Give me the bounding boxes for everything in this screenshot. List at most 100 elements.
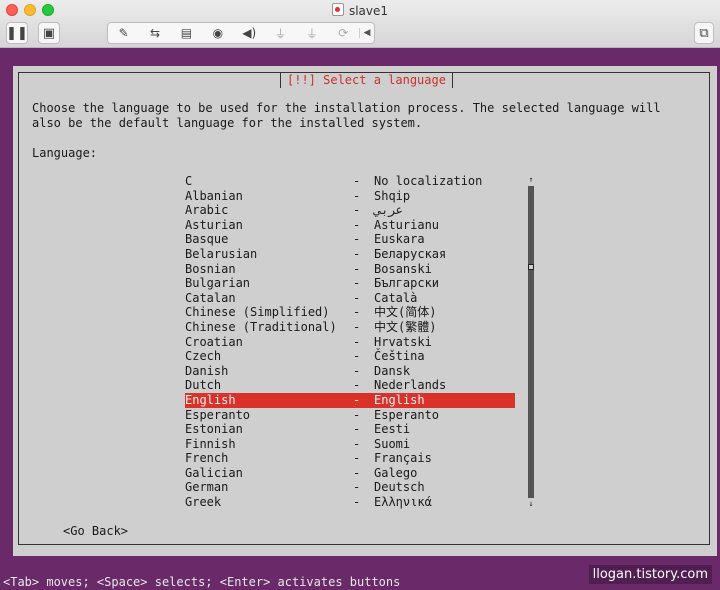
language-native-name: Suomi xyxy=(374,436,411,451)
language-name: Bulgarian xyxy=(185,276,251,291)
chevron-left-icon[interactable]: ◀ xyxy=(359,28,374,38)
separator-dash: - xyxy=(353,349,361,364)
language-native-name: Bosanski xyxy=(374,261,432,276)
language-native-name: Nederlands xyxy=(374,378,447,393)
language-name: Galician xyxy=(185,465,243,480)
scroll-up-arrow-icon[interactable]: ↑ xyxy=(527,176,535,184)
optical-disc-icon[interactable]: ◉ xyxy=(202,26,233,40)
separator-dash: - xyxy=(353,290,361,305)
language-name: French xyxy=(185,451,229,466)
dialog-frame: [!!] Select a language Choose the langua… xyxy=(18,72,710,545)
sync-icon[interactable]: ⟳ xyxy=(328,26,359,40)
window-titlebar: slave1 ❚❚ ▣ ✎ ⇆ ▤ ◉ ◀) ⏚ ⏚ ⟳ ◀ ⧉ xyxy=(0,0,720,48)
language-native-name: English xyxy=(374,392,425,407)
fullscreen-button[interactable]: ⧉ xyxy=(694,22,714,44)
language-option-czech[interactable]: Czech - Čeština xyxy=(185,349,515,364)
language-scrollbar[interactable]: ↑ ↓ xyxy=(527,176,535,508)
vm-icon xyxy=(331,3,344,16)
separator-dash: - xyxy=(353,407,361,422)
separator-dash: - xyxy=(353,495,361,510)
language-option-esperanto[interactable]: Esperanto - Esperanto xyxy=(185,408,515,423)
language-option-catalan[interactable]: Catalan - Català xyxy=(185,291,515,306)
separator-dash: - xyxy=(353,363,361,378)
language-native-name: Беларуская xyxy=(374,246,447,261)
separator-dash: - xyxy=(353,422,361,437)
language-name: Dutch xyxy=(185,378,222,393)
language-option-bosnian[interactable]: Bosnian - Bosanski xyxy=(185,262,515,277)
language-option-english[interactable]: English - English xyxy=(185,392,515,408)
separator-dash: - xyxy=(353,246,361,261)
language-native-name: Français xyxy=(374,451,432,466)
language-list[interactable]: C - No localization Albanian - Shqip Arabic - عر… xyxy=(185,174,515,510)
separator-dash: - xyxy=(353,334,361,349)
installer-dialog: [!!] Select a language Choose the langua… xyxy=(13,66,717,556)
language-name: Croatian xyxy=(185,334,243,349)
language-option-german[interactable]: German - Deutsch xyxy=(185,480,515,495)
usb-icon[interactable]: ⏚ xyxy=(265,25,296,42)
scrollbar-track[interactable] xyxy=(528,186,534,498)
scrollbar-thumb[interactable] xyxy=(528,264,534,270)
sound-icon[interactable]: ◀) xyxy=(234,26,265,40)
fullscreen-icon: ⧉ xyxy=(699,25,709,41)
settings-wrench-icon[interactable]: ✎ xyxy=(108,26,139,40)
language-option-danish[interactable]: Danish - Dansk xyxy=(185,364,515,379)
language-native-name: Dansk xyxy=(374,363,411,378)
language-option-dutch[interactable]: Dutch - Nederlands xyxy=(185,378,515,393)
language-option-galician[interactable]: Galician - Galego xyxy=(185,466,515,481)
snapshot-button[interactable]: ▣ xyxy=(38,22,60,44)
language-name: Esperanto xyxy=(185,407,251,422)
separator-dash: - xyxy=(353,174,361,188)
dialog-description: Choose the language to be used for the i… xyxy=(32,101,661,130)
language-option-chinese-traditional[interactable]: Chinese (Traditional) - 中文(繁體) xyxy=(185,320,515,335)
language-option-belarusian[interactable]: Belarusian - Беларуская xyxy=(185,247,515,262)
separator-dash: - xyxy=(353,392,361,407)
language-name: Asturian xyxy=(185,217,243,232)
language-name: Finnish xyxy=(185,436,236,451)
language-name: Czech xyxy=(185,349,222,364)
watermark: llogan.tistory.com xyxy=(588,565,712,584)
language-option-arabic[interactable]: Arabic - عربي xyxy=(185,203,515,218)
separator-dash: - xyxy=(353,451,361,466)
language-option-albanian[interactable]: Albanian - Shqip xyxy=(185,189,515,204)
go-back-button[interactable]: <Go Back> xyxy=(63,524,128,538)
language-native-name: Galego xyxy=(374,465,418,480)
language-native-name: Esperanto xyxy=(374,407,440,422)
language-name: Estonian xyxy=(185,422,243,437)
language-option-french[interactable]: French - Français xyxy=(185,451,515,466)
separator-dash: - xyxy=(353,465,361,480)
language-option-basque[interactable]: Basque - Euskara xyxy=(185,232,515,247)
language-option-chinese-simplified[interactable]: Chinese (Simplified) - 中文(简体) xyxy=(185,305,515,320)
dialog-title: [!!] Select a language xyxy=(280,73,453,88)
language-option-c[interactable]: C - No localization xyxy=(185,174,515,189)
language-native-name: Ελληνικά xyxy=(374,495,432,510)
window-title-text: slave1 xyxy=(348,4,389,18)
language-native-name: Deutsch xyxy=(374,480,425,495)
separator-dash: - xyxy=(353,378,361,393)
separator-dash: - xyxy=(353,261,361,276)
language-native-name: No localization xyxy=(374,174,483,188)
pause-button[interactable]: ❚❚ xyxy=(6,22,28,44)
language-option-estonian[interactable]: Estonian - Eesti xyxy=(185,422,515,437)
language-option-asturian[interactable]: Asturian - Asturianu xyxy=(185,218,515,233)
language-native-name: 中文(繁體) xyxy=(374,319,437,334)
language-option-finnish[interactable]: Finnish - Suomi xyxy=(185,437,515,452)
language-name: C xyxy=(185,174,193,188)
separator-dash: - xyxy=(353,305,361,320)
language-native-name: Eesti xyxy=(374,422,411,437)
language-name: English xyxy=(185,392,236,407)
separator-dash: - xyxy=(353,188,361,203)
language-native-name: Shqip xyxy=(374,188,411,203)
language-option-greek[interactable]: Greek - Ελληνικά xyxy=(185,495,515,510)
snapshot-icon: ▣ xyxy=(42,25,56,41)
language-name: German xyxy=(185,480,229,495)
language-native-name: Čeština xyxy=(374,349,425,364)
language-option-croatian[interactable]: Croatian - Hrvatski xyxy=(185,335,515,350)
language-name: Albanian xyxy=(185,188,243,203)
scroll-down-arrow-icon[interactable]: ↓ xyxy=(527,500,535,508)
hard-disk-icon[interactable]: ▤ xyxy=(171,26,202,40)
separator-dash: - xyxy=(353,436,361,451)
network-arrows-icon[interactable]: ⇆ xyxy=(139,26,170,40)
separator-dash: - xyxy=(353,232,361,247)
language-option-bulgarian[interactable]: Bulgarian - Български xyxy=(185,276,515,291)
usb-icon[interactable]: ⏚ xyxy=(296,25,327,42)
